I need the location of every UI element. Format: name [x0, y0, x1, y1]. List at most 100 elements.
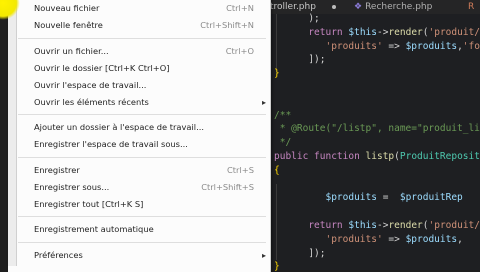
code-line: 'produits' => $produits,	[274, 234, 463, 245]
menu-item[interactable]: Enregistrement automatique	[8, 221, 270, 238]
code-token: );	[308, 13, 319, 24]
menu-item-shortcut: Ctrl+O	[226, 43, 254, 60]
tab-controller[interactable]: troller.php	[270, 0, 316, 14]
code-token: 'produits'	[325, 234, 382, 245]
menu-item-label: Enregistrer l'espace de travail sous...	[34, 136, 188, 153]
code-token	[274, 248, 308, 259]
menu-item-label: Enregistrement automatique	[34, 221, 154, 238]
menu-item-shortcut: Ctrl+Shift+S	[201, 179, 254, 196]
menu-separator	[18, 38, 266, 39]
menu-separator	[18, 242, 266, 243]
code-token: =	[377, 192, 400, 203]
code-token	[274, 41, 325, 52]
menu-item[interactable]: Ouvrir l'espace de travail...	[8, 77, 270, 94]
code-token: listp	[366, 151, 395, 162]
code-token: $this	[348, 220, 377, 231]
code-token: ]);	[308, 248, 325, 259]
code-line: }	[274, 68, 280, 79]
code-token: =>	[383, 41, 406, 52]
code-token: ProduitReposit	[400, 151, 480, 162]
menu-item-label: Enregistrer sous...	[34, 179, 109, 196]
menu-separator	[18, 216, 266, 217]
menu-item-shortcut: Ctrl+Shift+N	[200, 17, 254, 34]
code-line: $produits = $produitRep	[274, 192, 463, 203]
code-editor[interactable]: troller.php ❖Recherche.php R ); return $…	[262, 0, 480, 270]
code-line: public function listp(ProduitReposit	[274, 151, 480, 162]
code-line: );	[274, 13, 320, 24]
code-token: {	[274, 165, 280, 176]
code-token: ->	[377, 220, 388, 231]
menu-item[interactable]: Préférences ▸	[8, 247, 270, 264]
code-token: $produits	[406, 41, 457, 52]
code-line: * @Route("/listp", name="produit_li	[274, 123, 480, 134]
menu-item-label: Enregistrer tout [Ctrl+K S]	[34, 196, 143, 213]
code-line: /**	[274, 110, 291, 121]
code-line: {	[274, 165, 280, 176]
code-token: ,	[457, 234, 463, 245]
code-token	[274, 13, 308, 24]
code-token: return	[308, 27, 348, 38]
submenu-chevron-icon: ▸	[262, 94, 266, 111]
code-token: return	[308, 220, 348, 231]
php-file-icon: ❖	[354, 2, 362, 12]
menu-item[interactable]: Nouveau fichier Ctrl+N	[8, 0, 270, 17]
code-token	[274, 234, 325, 245]
code-token: }	[274, 261, 280, 272]
tab-recherche[interactable]: ❖Recherche.php	[354, 0, 432, 14]
menu-separator	[18, 114, 266, 115]
tab-recherche-label: Recherche.php	[365, 2, 432, 12]
menu-item-shortcut: Ctrl+S	[227, 162, 254, 179]
file-menu: Nouveau fichier Ctrl+N Nouvelle fenêtre Ctr…	[8, 0, 271, 272]
code-token: ]);	[308, 54, 325, 65]
menu-item-shortcut: Ctrl+N	[226, 0, 254, 17]
code-line: return $this->render('produit/in	[274, 27, 480, 38]
menu-item[interactable]: Enregistrer l'espace de travail sous...	[8, 136, 270, 153]
code-token: * @Route("/listp", name="produit_li	[274, 123, 480, 134]
tab-third[interactable]: R	[468, 0, 474, 14]
menu-item-label: Ouvrir les éléments récents	[34, 94, 149, 111]
menu-item-label: Nouvelle fenêtre	[34, 17, 103, 34]
code-token: 'produit/in	[429, 220, 480, 231]
code-line: return $this->render('produit/in	[274, 220, 480, 231]
code-token: }	[274, 68, 280, 79]
code-token: $this	[348, 27, 377, 38]
code-line: }	[274, 261, 280, 272]
code-token: public	[274, 151, 314, 162]
menu-item[interactable]: Ouvrir les éléments récents ▸	[8, 94, 270, 111]
editor-tab-bar: troller.php ❖Recherche.php R	[262, 0, 480, 14]
menu-item[interactable]: Ajouter un dossier à l'espace de travail…	[8, 119, 270, 136]
code-token	[274, 192, 325, 203]
menu-item-label: Ouvrir un fichier...	[34, 43, 109, 60]
code-token	[274, 54, 308, 65]
code-token: render	[388, 27, 422, 38]
menu-item-label: Ajouter un dossier à l'espace de travail…	[34, 119, 204, 136]
code-token: */	[274, 137, 291, 148]
menu-item[interactable]: Ouvrir le dossier [Ctrl+K Ctrl+O]	[8, 60, 270, 77]
code-area[interactable]: ); return $this->render('produit/in 'pro…	[262, 14, 480, 270]
menu-item-label: Nouveau fichier	[34, 0, 99, 17]
code-line: 'produits' => $produits,'for	[274, 41, 480, 52]
code-token	[274, 220, 308, 231]
code-token: function	[314, 151, 365, 162]
code-line: ]);	[274, 54, 326, 65]
menu-item-label: Ouvrir l'espace de travail...	[34, 77, 146, 94]
submenu-chevron-icon: ▸	[262, 247, 266, 264]
code-token: $produitRep	[400, 192, 463, 203]
menu-separator	[18, 157, 266, 158]
menu-item-label: Enregistrer	[34, 162, 80, 179]
menu-item[interactable]: Enregistrer tout [Ctrl+K S]	[8, 196, 270, 213]
code-token: 'produit/in	[429, 27, 480, 38]
code-token	[274, 27, 308, 38]
code-token: 'produits'	[325, 41, 382, 52]
menu-item-label: Préférences	[34, 247, 83, 264]
code-token: =>	[383, 234, 406, 245]
code-line: ]);	[274, 248, 326, 259]
menu-item[interactable]: Enregistrer Ctrl+S	[8, 162, 270, 179]
code-token: $produits	[406, 234, 457, 245]
code-token: ->	[377, 27, 388, 38]
code-token: render	[388, 220, 422, 231]
code-token: /**	[274, 110, 291, 121]
menu-item[interactable]: Nouvelle fenêtre Ctrl+Shift+N	[8, 17, 270, 34]
menu-item[interactable]: Enregistrer sous... Ctrl+Shift+S	[8, 179, 270, 196]
menu-item[interactable]: Ouvrir un fichier... Ctrl+O	[8, 43, 270, 60]
